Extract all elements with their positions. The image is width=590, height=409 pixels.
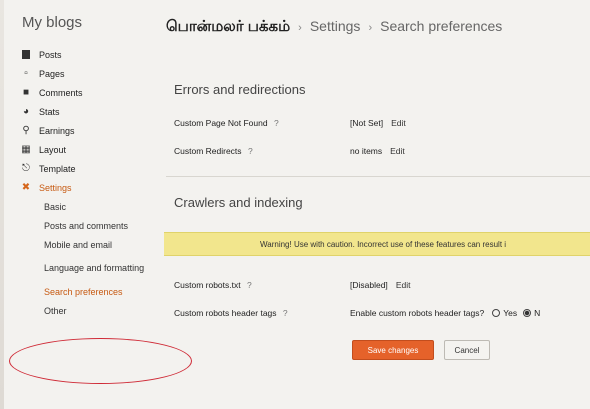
yes-radio-label: Yes (503, 308, 518, 318)
row-label-text: Custom Page Not Found (174, 118, 268, 128)
settings-sub-other[interactable]: Other (44, 301, 164, 320)
breadcrumb-search-preferences: Search preferences (380, 18, 503, 34)
settings-sub-posts-and-comments[interactable]: Posts and comments (44, 216, 164, 235)
no-radio[interactable] (523, 309, 532, 317)
settings-sub-mobile-and-email[interactable]: Mobile and email (44, 235, 164, 254)
help-icon[interactable]: ? (274, 118, 279, 128)
sidebar-item-label: Template (39, 163, 76, 174)
wrench-icon: ✖ (21, 182, 31, 193)
sidebar-item-label: Layout (39, 144, 67, 155)
custom-redirects-value: no items (350, 146, 383, 156)
sidebar-item-pages[interactable]: ▫ Pages (20, 64, 164, 83)
custom-robots-txt-row: Custom robots.txt ? [Disabled] Edit (174, 280, 410, 290)
custom-page-not-found-edit-link[interactable]: Edit (391, 118, 406, 128)
row-label-text: Custom Redirects (174, 146, 242, 156)
custom-page-not-found-row: Custom Page Not Found ? [Not Set] Edit (174, 118, 406, 128)
custom-redirects-row: Custom Redirects ? no items Edit (174, 146, 405, 156)
settings-sub-search-preferences[interactable]: Search preferences (44, 282, 164, 301)
sidebar-item-comments[interactable]: ■ Comments (20, 83, 164, 102)
sidebar-item-stats[interactable]: ◕ Stats (20, 102, 164, 121)
sidebar-item-template[interactable]: ⎋ Template (20, 159, 164, 178)
page-header: பொன்மலர் பக்கம் › Settings › Search pref… (166, 18, 502, 37)
row-label-text: Custom robots header tags (174, 308, 277, 318)
sidebar-item-layout[interactable]: ▦ Layout (20, 140, 164, 159)
earnings-icon: ⚲ (22, 125, 30, 136)
help-icon[interactable]: ? (247, 280, 252, 290)
comments-icon: ■ (22, 87, 30, 98)
sidebar-item-label: Earnings (39, 125, 75, 136)
custom-robots-txt-value: [Disabled] (350, 280, 388, 290)
sidebar-item-label: Stats (39, 106, 60, 117)
enable-header-tags-question: Enable custom robots header tags? (350, 308, 485, 318)
custom-robots-txt-edit-link[interactable]: Edit (396, 280, 411, 290)
sidebar-item-label: Comments (39, 87, 83, 98)
section-divider (166, 176, 590, 177)
settings-sub-language-and-formatting[interactable]: Language and formatting (44, 254, 164, 282)
sidebar-item-label: Posts (39, 49, 62, 60)
sidebar-item-earnings[interactable]: ⚲ Earnings (20, 121, 164, 140)
sidebar-title[interactable]: My blogs (22, 14, 164, 31)
errors-section-title: Errors and redirections (174, 82, 306, 97)
blogger-settings-screen: My blogs Posts ▫ Pages ■ Comments ◕ Stat… (4, 0, 590, 409)
settings-sub-basic[interactable]: Basic (44, 197, 164, 216)
enable-header-tags-radio-group: Yes N (492, 308, 540, 318)
custom-robots-txt-label: Custom robots.txt ? (174, 280, 350, 290)
save-changes-button[interactable]: Save changes (352, 340, 434, 360)
row-label-text: Custom robots.txt (174, 280, 241, 290)
sidebar-item-settings[interactable]: ✖ Settings (20, 178, 164, 197)
sidebar-item-posts[interactable]: Posts (20, 45, 164, 64)
pages-icon: ▫ (24, 68, 28, 79)
custom-redirects-label: Custom Redirects ? (174, 146, 350, 156)
cancel-button[interactable]: Cancel (444, 340, 490, 360)
layout-icon: ▦ (21, 144, 31, 155)
breadcrumb-settings[interactable]: Settings (310, 18, 361, 34)
posts-icon (20, 49, 32, 60)
custom-robots-header-tags-row: Custom robots header tags ? Enable custo… (174, 308, 540, 318)
no-radio-label: N (534, 308, 541, 318)
custom-redirects-edit-link[interactable]: Edit (390, 146, 405, 156)
custom-robots-header-tags-label: Custom robots header tags ? (174, 308, 350, 318)
sidebar-item-label: Settings (39, 182, 72, 193)
breadcrumb-separator: › (368, 22, 373, 34)
yes-radio[interactable] (492, 309, 501, 317)
sidebar-item-label: Pages (39, 68, 65, 79)
help-icon[interactable]: ? (283, 308, 288, 318)
template-icon: ⎋ (22, 163, 30, 174)
custom-page-not-found-label: Custom Page Not Found ? (174, 118, 350, 128)
warning-banner: Warning! Use with caution. Incorrect use… (164, 232, 590, 256)
red-circle-annotation (9, 338, 192, 384)
crawlers-section-title: Crawlers and indexing (174, 195, 303, 210)
custom-page-not-found-value: [Not Set] (350, 118, 384, 128)
help-icon[interactable]: ? (248, 146, 253, 156)
breadcrumb-separator: › (298, 22, 302, 34)
stats-icon: ◕ (22, 106, 30, 117)
blog-name[interactable]: பொன்மலர் பக்கம் (166, 18, 290, 37)
